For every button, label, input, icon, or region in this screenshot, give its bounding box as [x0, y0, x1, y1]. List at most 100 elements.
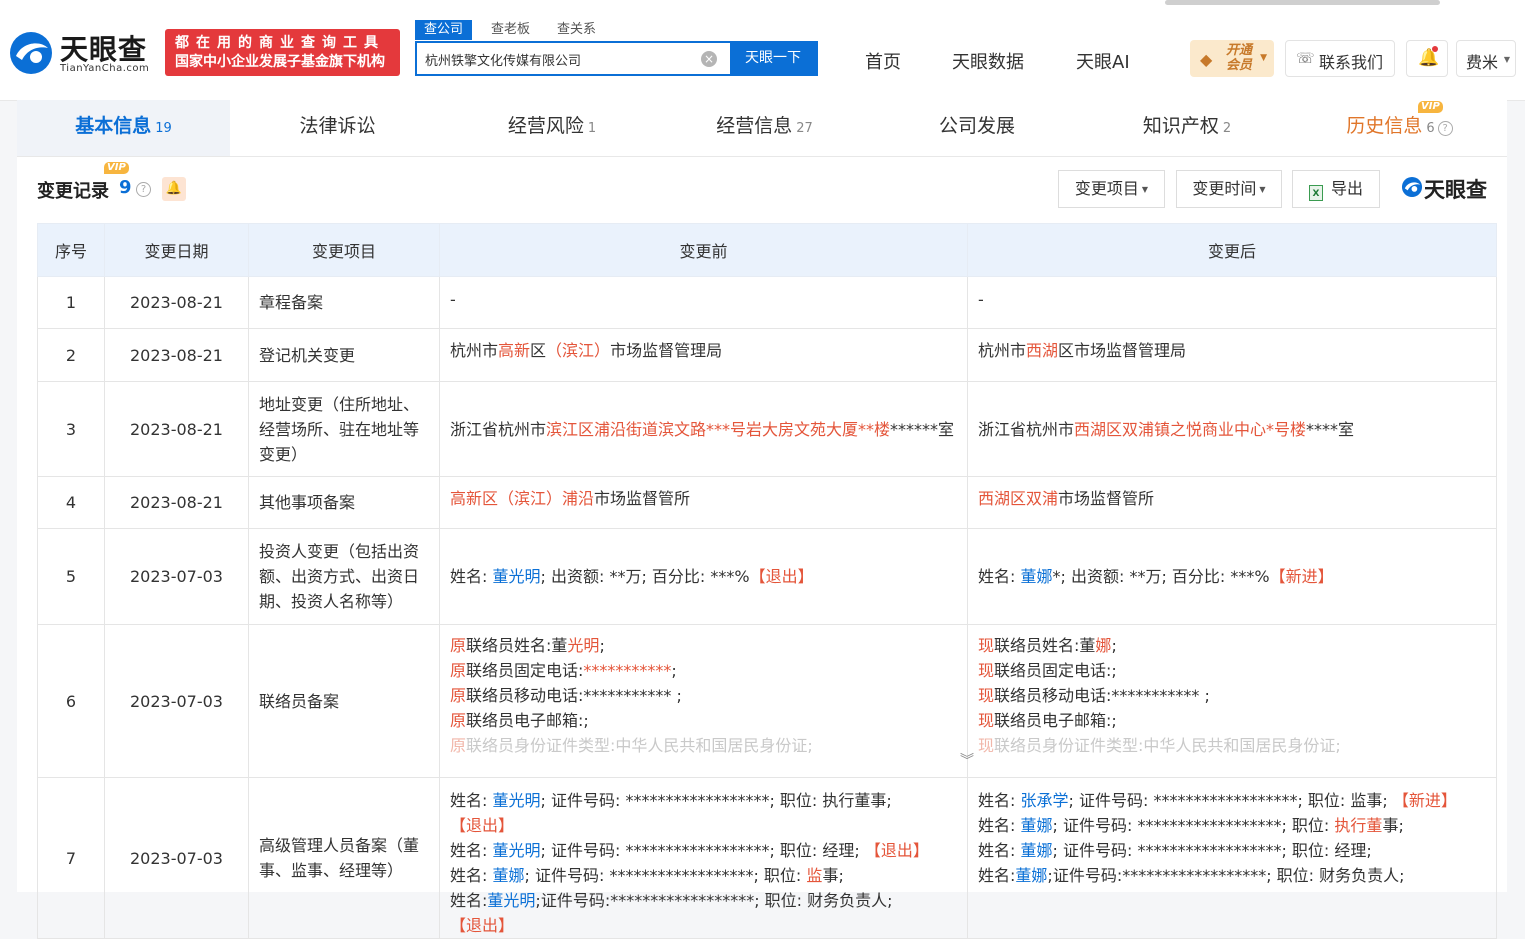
row-date: 2023-08-21 — [104, 476, 249, 529]
row-item: 登记机关变更 — [248, 328, 440, 382]
nav-ai[interactable]: 天眼AI — [1076, 48, 1130, 74]
search-tab-company[interactable]: 查公司 — [415, 20, 473, 40]
row-no: 5 — [37, 528, 105, 625]
row-item: 投资人变更（包括出资额、出资方式、出资日期、投资人名称等） — [248, 528, 440, 625]
row-date: 2023-07-03 — [104, 528, 249, 625]
tab-label: 经营风险 — [507, 115, 584, 137]
filter-label: 变更时间 — [1192, 179, 1257, 198]
row-date: 2023-08-21 — [104, 328, 249, 382]
row-no: 1 — [37, 276, 105, 329]
chevron-down-icon: ▼ — [1503, 55, 1510, 64]
person-link[interactable]: 董娜 — [492, 866, 524, 885]
row-no: 7 — [37, 777, 105, 939]
tab-count: 6 — [1426, 121, 1435, 136]
help-icon[interactable]: ? — [136, 182, 151, 197]
tab-legal[interactable]: 法律诉讼 — [240, 100, 435, 156]
nav-home[interactable]: 首页 — [865, 48, 901, 74]
tianyancha-watermark-icon — [1401, 176, 1423, 198]
vip-badge: VIP — [1418, 101, 1443, 113]
vip-badge: VIP — [104, 162, 129, 174]
company-tab-bar: 基本信息 19 法律诉讼 经营风险 1 经营信息 27 公司发展 知识产权 2 历史信息… — [17, 100, 1507, 157]
chevron-down-icon: ▼ — [1260, 53, 1267, 63]
diamond-icon: ◆ — [1200, 50, 1213, 69]
tianyancha-logo-icon[interactable] — [8, 30, 54, 76]
person-link[interactable]: 董娜 — [1020, 567, 1052, 586]
person-link[interactable]: 董娜 — [1020, 816, 1052, 835]
tab-history[interactable]: 历史信息 6? — [1302, 100, 1497, 156]
row-no: 4 — [37, 476, 105, 529]
person-link[interactable]: 董光明 — [487, 891, 535, 910]
filter-label: 变更项目 — [1074, 179, 1139, 198]
row-after: - — [967, 276, 1497, 329]
tab-label: 经营信息 — [716, 115, 793, 137]
promo-line2: 国家中小企业发展子基金旗下机构 — [175, 54, 385, 70]
person-link[interactable]: 董娜 — [1020, 841, 1052, 860]
person-link[interactable]: 董光明 — [492, 567, 540, 586]
tab-label: 知识产权 — [1142, 115, 1219, 137]
row-date: 2023-07-03 — [104, 624, 249, 778]
section-title: 变更记录 — [37, 181, 109, 202]
row-after: 浙江省杭州市西湖区双浦镇之悦商业中心*号楼****室 — [967, 381, 1497, 477]
tab-label: 法律诉讼 — [299, 115, 376, 137]
nav-data[interactable]: 天眼数据 — [952, 48, 1024, 74]
page-scrollbar[interactable] — [1165, 0, 1440, 5]
user-menu[interactable]: 费米 ▼ — [1456, 40, 1516, 77]
promo-banner[interactable]: 都在用的商业查询工具 国家中小企业发展子基金旗下机构 — [165, 29, 400, 76]
tab-label: 基本信息 — [75, 115, 152, 137]
watermark-text: 天眼查 — [1424, 178, 1487, 202]
contact-label: 联系我们 — [1319, 53, 1384, 72]
phone-icon: ☏ — [1296, 49, 1315, 67]
person-link[interactable]: 董光明 — [492, 841, 540, 860]
search-tab-relation[interactable]: 查关系 — [557, 20, 596, 40]
search-tab-boss[interactable]: 查老板 — [491, 20, 530, 40]
tab-count: 27 — [796, 121, 813, 136]
tab-count: 2 — [1222, 121, 1232, 136]
vip-button-label: 开通会员 — [1226, 43, 1253, 73]
row-before: 高新区（滨江）浦沿市场监督管所 — [439, 476, 968, 529]
row-item: 联络员备案 — [248, 624, 440, 778]
person-link[interactable]: 董娜 — [1015, 866, 1047, 885]
export-button[interactable]: X 导出 — [1292, 170, 1380, 208]
change-records-panel: 变更记录 VIP 9 ? 🔔 变更项目 ▼ 变更时间 ▼ X 导出 天眼查 序号 变更… — [17, 157, 1507, 939]
search-button[interactable]: 天眼一下 — [730, 43, 816, 74]
table-row: 2 2023-08-21 登记机关变更 杭州市高新区（滨江）市场监督管理局 杭州… — [37, 328, 1497, 382]
col-header-item: 变更项目 — [248, 223, 440, 277]
open-vip-button[interactable]: ◆ 开通会员 ▼ — [1190, 40, 1274, 77]
col-header-no: 序号 — [37, 223, 105, 277]
row-after: 现联络员姓名:董娜; 现联络员固定电话:; 现联络员移动电话:*********… — [967, 624, 1497, 778]
promo-line1: 都在用的商业查询工具 — [175, 35, 385, 51]
filter-change-item-button[interactable]: 变更项目 ▼ — [1058, 170, 1165, 208]
person-link[interactable]: 董光明 — [492, 791, 540, 810]
tab-ip[interactable]: 知识产权 2 — [1082, 100, 1292, 156]
tab-development[interactable]: 公司发展 — [872, 100, 1082, 156]
notification-button[interactable]: 🔔 — [1406, 40, 1448, 77]
row-item: 高级管理人员备案（董事、监事、经理等） — [248, 777, 440, 939]
tab-operation[interactable]: 经营信息 27 — [657, 100, 872, 156]
help-icon[interactable]: ? — [1437, 121, 1453, 136]
user-name: 费米 — [1466, 53, 1499, 72]
tab-basic-info[interactable]: 基本信息 19 — [17, 100, 230, 156]
col-header-date: 变更日期 — [104, 223, 249, 277]
logo-text[interactable]: 天眼查 — [60, 28, 147, 68]
row-after: 姓名: 张承学; 证件号码: ******************; 职位: 监… — [967, 777, 1497, 939]
row-item: 其他事项备案 — [248, 476, 440, 529]
clear-icon[interactable]: × — [701, 51, 717, 67]
row-before: 原联络员姓名:董光明; 原联络员固定电话:***********; 原联络员移动… — [439, 624, 968, 778]
top-header: 天眼查 TianYanCha.com 都在用的商业查询工具 国家中小企业发展子基… — [0, 0, 1525, 101]
person-link[interactable]: 张承学 — [1020, 791, 1068, 810]
col-header-after: 变更后 — [967, 223, 1497, 277]
section-count: 9 — [119, 177, 132, 198]
tab-label: 历史信息 — [1346, 115, 1423, 137]
table-row: 7 2023-07-03 高级管理人员备案（董事、监事、经理等） 姓名: 董光明… — [37, 777, 1497, 939]
row-before: 姓名: 董光明; 出资额: **万; 百分比: ***%【退出】 — [439, 528, 968, 625]
row-item: 章程备案 — [248, 276, 440, 329]
bell-alert-icon[interactable]: 🔔 — [162, 177, 186, 201]
contact-us-button[interactable]: ☏ 联系我们 — [1285, 40, 1395, 77]
expand-chevron-icon[interactable]: ︾ — [960, 750, 974, 770]
chevron-down-icon: ▼ — [1141, 185, 1149, 194]
search-input[interactable] — [417, 43, 707, 76]
change-records-table: 序号 变更日期 变更项目 变更前 变更后 1 2023-08-21 章程备案 -… — [37, 223, 1497, 939]
filter-change-time-button[interactable]: 变更时间 ▼ — [1176, 170, 1282, 208]
tab-risk[interactable]: 经营风险 1 — [447, 100, 657, 156]
table-row: 1 2023-08-21 章程备案 - - — [37, 276, 1497, 329]
